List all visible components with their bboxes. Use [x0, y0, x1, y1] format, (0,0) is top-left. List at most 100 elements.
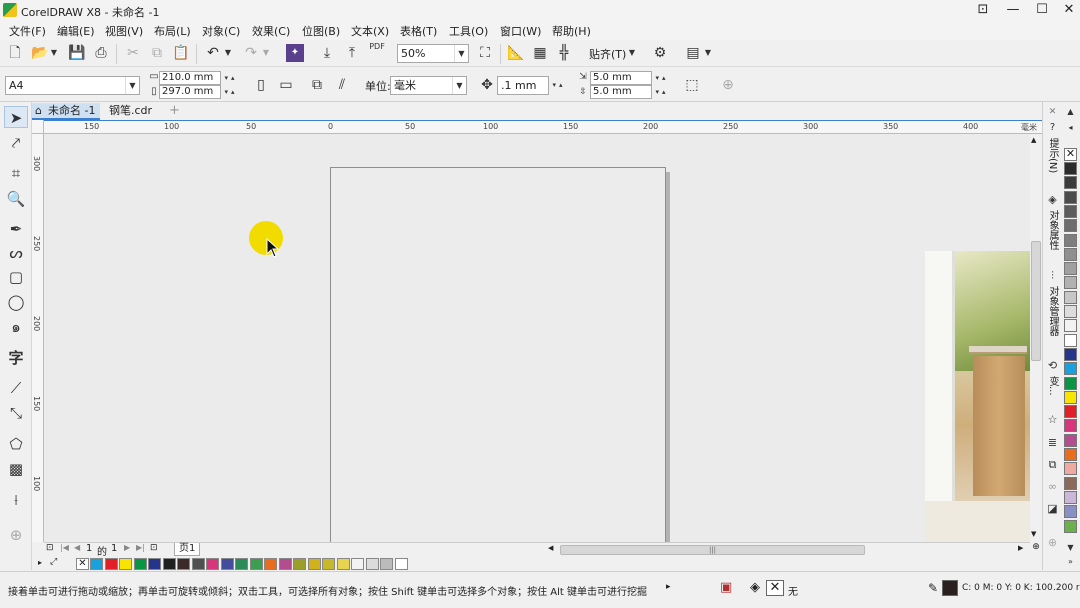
palette-edit-icon[interactable]: ⤢: [50, 557, 57, 567]
palette-color-swatch[interactable]: [1064, 390, 1077, 404]
eyedropper-tool-icon[interactable]: ⟊: [4, 489, 28, 511]
maximize-button[interactable]: ☐: [1027, 1, 1057, 19]
transform-icon[interactable]: ⟲: [1045, 358, 1060, 374]
document-color-swatch[interactable]: [365, 558, 379, 570]
vertical-scrollbar[interactable]: ▲ ▼: [1030, 134, 1042, 542]
link-icon[interactable]: ∞: [1045, 479, 1060, 495]
horizontal-ruler[interactable]: 150 100 50 0 50 100 150 200 250 300 350 …: [44, 120, 1042, 134]
bitmap-docker-icon[interactable]: ◪: [1045, 501, 1060, 517]
document-color-swatch[interactable]: [162, 558, 176, 570]
import-icon[interactable]: ⤓: [318, 44, 336, 62]
menu-object[interactable]: 对象(C): [202, 23, 240, 39]
pick-tool-icon[interactable]: ➤: [4, 106, 28, 128]
document-color-swatch[interactable]: [206, 558, 219, 570]
search-content-icon[interactable]: ✦: [286, 44, 304, 62]
redo-icon[interactable]: ↷: [242, 44, 260, 62]
vertical-scroll-thumb[interactable]: [1031, 241, 1041, 361]
ruler-origin[interactable]: [32, 120, 44, 134]
copy-icon[interactable]: ⧉: [148, 44, 166, 62]
docker-tab-object-properties[interactable]: 对象属性: [1045, 210, 1060, 250]
document-color-swatch[interactable]: [177, 558, 190, 570]
palette-color-swatch[interactable]: [1064, 176, 1077, 190]
tab-untitled-1[interactable]: ⌂ 未命名 -1: [32, 103, 101, 120]
palette-color-swatch[interactable]: [1064, 262, 1077, 276]
palette-color-swatch[interactable]: [1064, 490, 1077, 504]
scroll-right-icon[interactable]: ▶: [1018, 544, 1023, 552]
new-tab-button[interactable]: +: [164, 103, 185, 120]
menu-effects[interactable]: 效果(C): [252, 23, 290, 39]
document-color-swatch[interactable]: [278, 558, 292, 570]
document-color-swatch[interactable]: [307, 558, 321, 570]
nudge-distance-field[interactable]: .1 mm: [497, 76, 549, 95]
duplicate-y-spinner[interactable]: ▾▴: [652, 85, 672, 99]
launcher-dropdown-icon[interactable]: ▼: [703, 44, 713, 62]
page-tab-1[interactable]: 页1: [174, 543, 201, 556]
add-page-before-icon[interactable]: ⊡: [46, 543, 54, 553]
color-proof-icon[interactable]: ▣: [720, 580, 732, 595]
palette-color-swatch[interactable]: [1064, 219, 1077, 233]
palette-color-swatch[interactable]: [1064, 305, 1077, 318]
zoom-level-combo[interactable]: 50% ▼: [397, 44, 469, 63]
palette-color-swatch[interactable]: [1064, 419, 1077, 433]
next-page-icon[interactable]: ▶: [124, 543, 130, 552]
document-color-swatch[interactable]: [235, 558, 248, 570]
undo-dropdown-icon[interactable]: ▼: [223, 44, 233, 62]
tab-pen-cdr[interactable]: 钢笔.cdr: [104, 103, 157, 120]
undo-icon[interactable]: ↶: [204, 44, 222, 62]
palette-menu-icon[interactable]: ◂: [1063, 120, 1078, 136]
palette-color-swatch[interactable]: [1064, 476, 1077, 490]
fill-indicator-icon[interactable]: ◈: [750, 580, 760, 595]
outline-color-swatch[interactable]: [942, 580, 958, 596]
crop-tool-icon[interactable]: ⌗: [4, 162, 28, 184]
palette-color-swatch[interactable]: [1064, 376, 1077, 390]
minimize-button[interactable]: —: [998, 1, 1028, 19]
no-fill-icon[interactable]: ✕: [766, 580, 784, 596]
palette-color-swatch[interactable]: [1064, 290, 1077, 304]
paste-icon[interactable]: 📋: [172, 44, 190, 62]
palette-color-swatch[interactable]: [1064, 519, 1077, 533]
last-page-icon[interactable]: ▶|: [136, 543, 145, 552]
duplicate-y-field[interactable]: 5.0 mm: [590, 85, 652, 99]
ellipse-tool-icon[interactable]: ◯: [4, 291, 28, 313]
palette-color-swatch[interactable]: [1064, 505, 1077, 519]
account-icon[interactable]: ⊡: [968, 1, 998, 19]
units-combo[interactable]: 毫米 ▼: [390, 76, 467, 95]
document-color-swatch[interactable]: [351, 558, 364, 570]
options-gear-icon[interactable]: ⚙: [651, 44, 669, 62]
document-color-swatch[interactable]: [380, 558, 393, 570]
document-page[interactable]: [330, 167, 666, 542]
palette-scroll-up-icon[interactable]: ▲: [1063, 104, 1078, 120]
menu-layout[interactable]: 布局(L): [154, 23, 191, 39]
snap-dropdown-icon[interactable]: ▼: [627, 44, 637, 62]
page-height-spinner[interactable]: ▾▴: [221, 85, 241, 99]
open-dropdown-icon[interactable]: ▼: [49, 44, 59, 62]
close-docker-icon[interactable]: ✕: [1045, 104, 1060, 120]
add-page-after-icon[interactable]: ⊡: [150, 543, 158, 553]
duplicate-x-field[interactable]: 5.0 mm: [590, 71, 652, 85]
zoom-tool-icon[interactable]: 🔍: [4, 188, 28, 210]
export-icon[interactable]: ⤒: [343, 44, 361, 62]
document-color-swatch[interactable]: [336, 558, 350, 570]
palette-color-swatch[interactable]: [1064, 448, 1077, 461]
scroll-down-icon[interactable]: ▼: [1031, 530, 1036, 538]
scroll-up-icon[interactable]: ▲: [1031, 136, 1036, 144]
palette-expand-icon[interactable]: »: [1063, 554, 1078, 570]
docker-tab-hints[interactable]: 提示(N): [1045, 138, 1060, 173]
show-rulers-icon[interactable]: 📐: [507, 44, 525, 62]
palette-color-swatch[interactable]: [1064, 347, 1077, 361]
document-color-swatch[interactable]: [191, 558, 205, 570]
object-manager-icon[interactable]: ⫶: [1045, 268, 1060, 284]
new-document-icon[interactable]: 🗋: [6, 44, 24, 62]
drawing-canvas[interactable]: [44, 134, 1030, 542]
show-grid-icon[interactable]: ▦: [531, 44, 549, 62]
add-toolbar-item-icon[interactable]: ⊕: [719, 76, 737, 94]
vertical-ruler[interactable]: 300 250 200 150 100: [32, 134, 44, 542]
document-color-swatch[interactable]: [322, 558, 335, 570]
palette-color-swatch[interactable]: [1064, 333, 1077, 347]
document-color-swatch[interactable]: [220, 558, 234, 570]
document-color-swatch[interactable]: [148, 558, 161, 570]
docker-tab-object-manager[interactable]: 对象管理器: [1045, 286, 1060, 336]
no-color-swatch[interactable]: ✕: [76, 558, 89, 570]
zoom-navigator-icon[interactable]: ⊕: [1030, 542, 1042, 556]
palette-color-swatch[interactable]: [1064, 247, 1077, 261]
